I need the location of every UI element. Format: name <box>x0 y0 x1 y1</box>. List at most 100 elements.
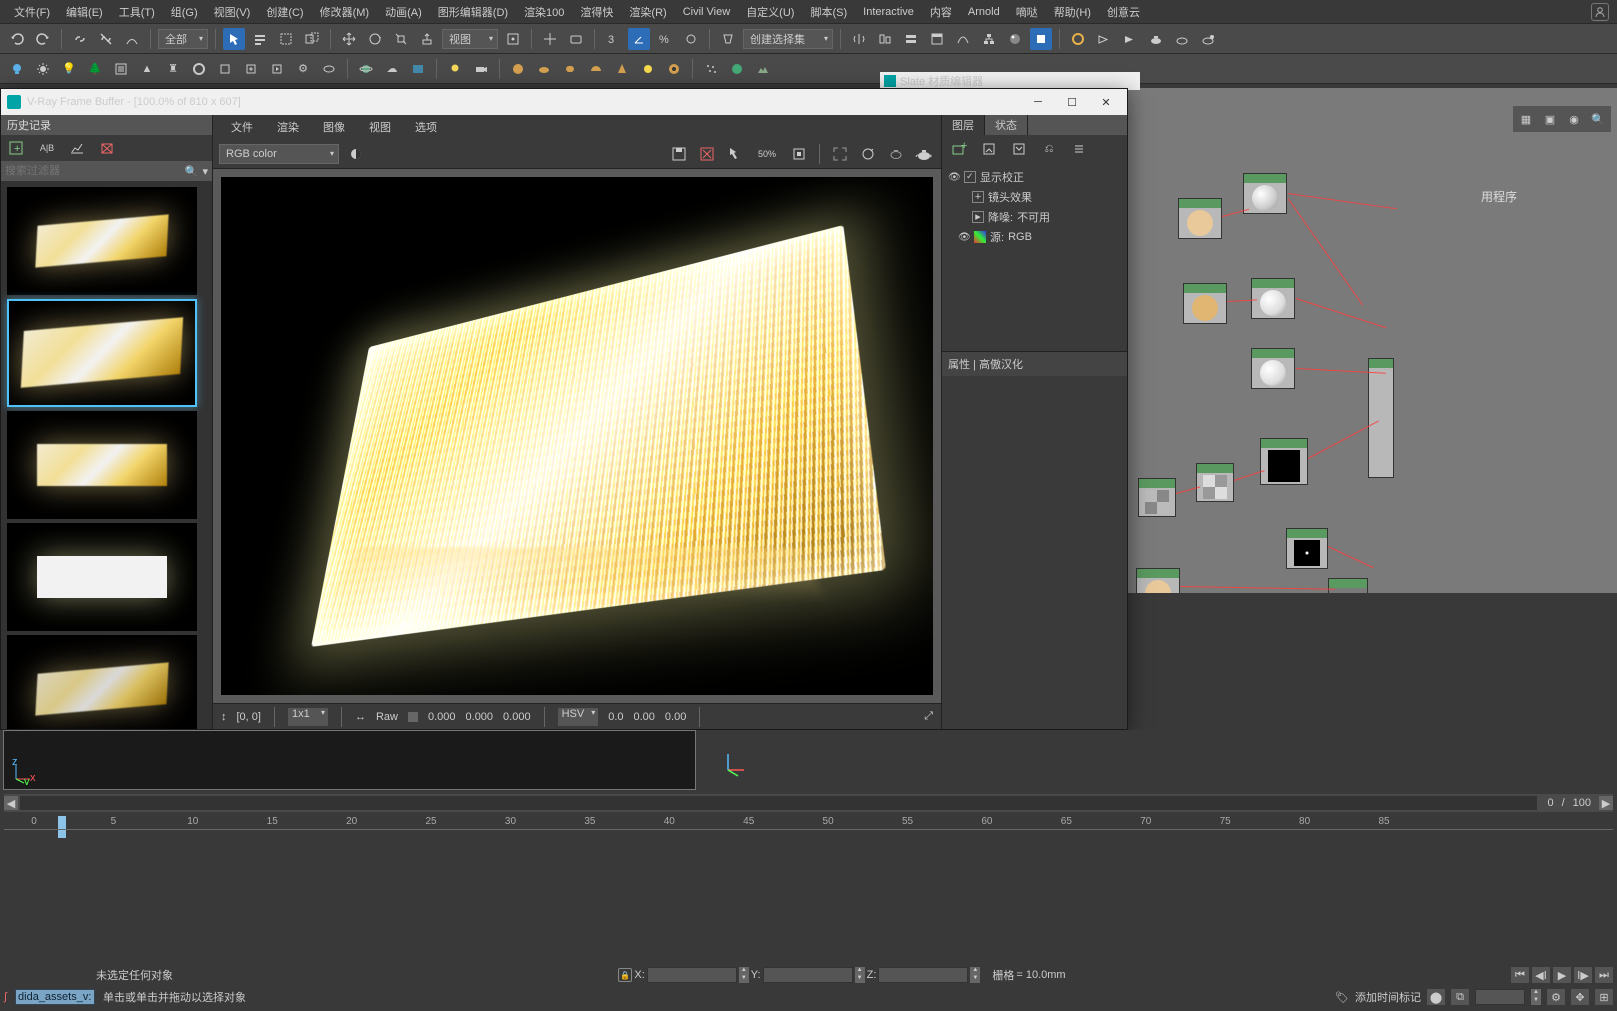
menu-interactive[interactable]: Interactive <box>857 4 920 20</box>
colorspace-dropdown[interactable]: HSV <box>558 708 599 726</box>
select-object-button[interactable] <box>223 28 245 50</box>
ellipse-icon[interactable] <box>533 58 555 80</box>
image-icon[interactable] <box>407 58 429 80</box>
viewport-nav-2[interactable]: ⊞ <box>1595 989 1613 1005</box>
pivot-center-button[interactable] <box>502 28 524 50</box>
link-button[interactable] <box>69 28 91 50</box>
vfb-menu-options[interactable]: 选项 <box>407 117 445 137</box>
plus-box-icon[interactable] <box>240 58 262 80</box>
menu-customize[interactable]: 自定义(U) <box>740 2 800 22</box>
menu-create[interactable]: 创建(C) <box>260 2 309 22</box>
planet-icon[interactable] <box>355 58 377 80</box>
play-box-icon[interactable] <box>266 58 288 80</box>
tab-layers[interactable]: 图层 <box>942 115 985 135</box>
history-thumb-1[interactable] <box>7 187 197 295</box>
yellow-bulb-icon[interactable] <box>444 58 466 80</box>
next-frame-button[interactable]: Ⅰ▶ <box>1574 967 1592 983</box>
pick-pixel-button[interactable] <box>724 143 746 165</box>
percent-snap-button[interactable]: % <box>654 28 676 50</box>
menu-file[interactable]: 文件(F) <box>8 2 56 22</box>
tree-icon[interactable]: 🌲 <box>84 58 106 80</box>
menu-group[interactable]: 组(G) <box>165 2 204 22</box>
history-chart-button[interactable] <box>65 138 89 158</box>
placement-button[interactable] <box>416 28 438 50</box>
time-config-button[interactable]: ⚙ <box>1547 989 1565 1005</box>
earth-icon[interactable] <box>726 58 748 80</box>
angle-snap-button[interactable] <box>628 28 650 50</box>
teapot2-icon[interactable] <box>1171 28 1193 50</box>
load-preset-button[interactable] <box>1008 138 1030 160</box>
cone-icon[interactable] <box>611 58 633 80</box>
pine-icon[interactable]: ▲ <box>136 58 158 80</box>
menu-animation[interactable]: 动画(A) <box>379 2 428 22</box>
render-last-button[interactable] <box>1119 28 1141 50</box>
slate-material-editor[interactable]: 用程序 ▦ ▣ ◉ 🔍 <box>1128 88 1617 593</box>
tree-row-root[interactable]: 👁 显示校正 <box>948 167 1121 187</box>
user-account-icon[interactable] <box>1591 3 1609 21</box>
timeline-scrollbar[interactable] <box>20 796 1537 810</box>
rotate-button[interactable] <box>364 28 386 50</box>
manipulate-button[interactable] <box>539 28 561 50</box>
tree-row-denoise[interactable]: ▸ 降噪: 不可用 <box>948 207 1121 227</box>
minimize-button[interactable]: ─ <box>1023 92 1053 112</box>
named-sel-dropdown[interactable]: 创建选择集 <box>743 29 833 49</box>
history-thumb-3[interactable] <box>7 411 197 519</box>
play-button[interactable]: ▶ <box>1553 967 1571 983</box>
menu-civilview[interactable]: Civil View <box>677 4 736 20</box>
spot-light-icon[interactable]: 💡 <box>58 58 80 80</box>
lamp-icon[interactable]: ♜ <box>162 58 184 80</box>
clear-image-button[interactable] <box>696 143 718 165</box>
gear-box-icon[interactable]: ⚙ <box>292 58 314 80</box>
edit-named-sel-button[interactable] <box>717 28 739 50</box>
menu-dida[interactable]: 嘀哒 <box>1010 2 1044 22</box>
search-icon[interactable]: 🔍 <box>185 165 199 178</box>
lock-icon[interactable]: 🔒 <box>618 968 632 982</box>
x-input[interactable] <box>647 967 737 983</box>
torus-icon[interactable] <box>318 58 340 80</box>
capsule-icon[interactable] <box>559 58 581 80</box>
menu-render100[interactable]: 渲染100 <box>518 2 570 22</box>
menu-help[interactable]: 帮助(H) <box>1048 2 1097 22</box>
vfb-menu-render[interactable]: 渲染 <box>269 117 307 137</box>
fit-button[interactable] <box>788 143 810 165</box>
vfb-menu-image[interactable]: 图像 <box>315 117 353 137</box>
start-render-button[interactable] <box>913 143 935 165</box>
window-crossing-button[interactable] <box>301 28 323 50</box>
camera-icon[interactable] <box>470 58 492 80</box>
x-spinner[interactable]: ▲▼ <box>739 967 749 983</box>
menu-tools[interactable]: 工具(T) <box>113 2 161 22</box>
maximize-button[interactable]: ☐ <box>1057 92 1087 112</box>
hemisphere-icon[interactable] <box>585 58 607 80</box>
search-dropdown-icon[interactable]: ▾ <box>202 165 208 178</box>
key-mode-button[interactable]: ⬤ <box>1427 989 1445 1005</box>
vfb-menu-file[interactable]: 文件 <box>223 117 261 137</box>
selection-scope-dropdown[interactable]: 全部 <box>158 29 208 49</box>
timeline-prev-button[interactable]: ◀ <box>4 796 18 810</box>
menu-content[interactable]: 内容 <box>924 2 958 22</box>
ring-icon[interactable] <box>188 58 210 80</box>
undo-correction-button[interactable]: ⎌ <box>1038 138 1060 160</box>
render-frame-button[interactable] <box>1067 28 1089 50</box>
history-thumb-4[interactable] <box>7 523 197 631</box>
render-setup-button[interactable] <box>1030 28 1052 50</box>
menu-xuandekuai[interactable]: 渲得快 <box>574 2 619 22</box>
box-icon[interactable] <box>214 58 236 80</box>
region-render-button[interactable] <box>829 143 851 165</box>
frame-spinner[interactable]: ▲▼ <box>1531 989 1541 1005</box>
layer-explorer-button[interactable] <box>900 28 922 50</box>
sun-icon[interactable] <box>32 58 54 80</box>
link-exposure-icon[interactable]: ↔ <box>355 711 366 723</box>
bind-button[interactable] <box>121 28 143 50</box>
particles-icon[interactable] <box>700 58 722 80</box>
keyboard-shortcut-button[interactable] <box>565 28 587 50</box>
channel-dropdown[interactable]: RGB color <box>219 144 339 164</box>
material-editor-button[interactable] <box>1004 28 1026 50</box>
sphere-icon[interactable] <box>507 58 529 80</box>
menu-view[interactable]: 视图(V) <box>208 2 257 22</box>
visibility-icon[interactable]: 👁 <box>958 232 970 243</box>
trackbar-viewport[interactable]: zxy <box>3 730 696 790</box>
y-input[interactable] <box>763 967 853 983</box>
tab-state[interactable]: 状态 <box>985 115 1028 135</box>
current-frame-input[interactable] <box>1475 989 1525 1005</box>
history-delete-button[interactable] <box>95 138 119 158</box>
